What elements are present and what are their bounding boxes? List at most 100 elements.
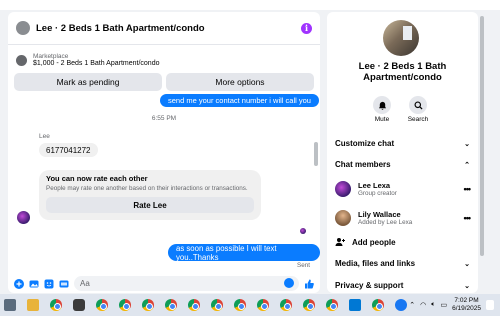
chrome-icon[interactable]: [50, 299, 62, 311]
member-role: Group creator: [358, 190, 397, 197]
search-action[interactable]: Search: [403, 96, 433, 123]
mark-as-pending-button[interactable]: Mark as pending: [14, 73, 162, 91]
outgoing-message[interactable]: as soon as possible I will text you..Tha…: [168, 244, 320, 262]
taskbar-app-icon[interactable]: [73, 299, 85, 311]
chevron-down-icon: ⌄: [464, 260, 470, 268]
seen-avatar: [300, 228, 306, 234]
chat-window: Lee · 2 Beds 1 Bath Apartment/condo i Ma…: [8, 12, 320, 293]
clock-time: 7:02 PM: [454, 297, 479, 304]
listing-category: Marketplace: [33, 53, 69, 60]
browser-top-strip: [0, 0, 500, 10]
message-input[interactable]: Aa: [74, 276, 299, 291]
member-name: Lily Wallace: [358, 210, 401, 219]
chrome-icon[interactable]: [234, 299, 246, 311]
taskbar-app-icon[interactable]: [4, 299, 16, 311]
chrome-icon[interactable]: [188, 299, 200, 311]
system-tray: ⌃ ◠ 🔈︎ ▭ 7:02 PM 6/19/2025: [409, 294, 494, 316]
chrome-icon[interactable]: [142, 299, 154, 311]
conversation-details-panel: Lee · 2 Beds 1 Bath Apartment/condo Mute…: [327, 12, 478, 293]
chat-members-label: Chat members: [335, 160, 391, 169]
chat-title[interactable]: Lee · 2 Beds 1 Bath Apartment/condo: [36, 23, 301, 34]
rating-card-subtitle: People may rate one another based on the…: [46, 185, 248, 192]
member-row[interactable]: Lee Lexa Group creator •••: [335, 178, 472, 200]
rating-card-title: You can now rate each other: [46, 174, 148, 183]
chrome-icon[interactable]: [165, 299, 177, 311]
member-name: Lee Lexa: [358, 181, 391, 190]
chat-header: Lee · 2 Beds 1 Bath Apartment/condo i: [8, 12, 320, 45]
conversation-photo[interactable]: [383, 20, 419, 56]
message-timestamp: 6:55 PM: [151, 115, 177, 122]
customize-chat-section[interactable]: Customize chat ⌄: [335, 139, 470, 148]
mute-label: Mute: [374, 116, 390, 123]
emoji-icon[interactable]: [284, 278, 294, 288]
gif-icon[interactable]: [59, 279, 69, 289]
taskbar: ⌃ ◠ 🔈︎ ▭ 7:02 PM 6/19/2025: [0, 294, 500, 316]
add-person-icon: [335, 238, 345, 246]
side-title: Lee · 2 Beds 1 Bath Apartment/condo: [358, 61, 447, 83]
rating-card: You can now rate each other People may r…: [39, 170, 261, 220]
battery-icon[interactable]: ▭: [440, 301, 447, 309]
media-files-label: Media, files and links: [335, 259, 416, 268]
member-avatar: [335, 181, 351, 197]
privacy-support-label: Privacy & support: [335, 281, 404, 290]
chevron-up-icon[interactable]: ⌃: [409, 301, 415, 309]
chrome-icon[interactable]: [326, 299, 338, 311]
chevron-up-icon: ⌃: [464, 161, 470, 169]
privacy-support-section[interactable]: Privacy & support ⌄: [335, 281, 470, 290]
listing-preview[interactable]: Marketplace $1,000 - 2 Beds 1 Bath Apart…: [8, 45, 320, 71]
mute-action[interactable]: Mute: [367, 96, 397, 123]
notification-icon[interactable]: [486, 300, 494, 310]
customize-chat-label: Customize chat: [335, 139, 395, 148]
image-icon[interactable]: [29, 279, 39, 289]
incoming-message[interactable]: 6177041272: [39, 143, 98, 157]
chrome-icon[interactable]: [119, 299, 131, 311]
member-role: Added by Lee Lexa: [358, 219, 413, 226]
plus-icon[interactable]: [14, 278, 24, 289]
chrome-icon[interactable]: [96, 299, 108, 311]
chrome-icon[interactable]: [372, 299, 384, 311]
more-options-button[interactable]: More options: [166, 73, 314, 91]
add-people-button[interactable]: Add people: [335, 237, 470, 247]
outgoing-message[interactable]: send me your contact number i will call …: [160, 94, 319, 107]
member-row[interactable]: Lily Wallace Added by Lee Lexa •••: [335, 207, 472, 229]
messenger-icon[interactable]: [395, 299, 407, 311]
more-options-icon[interactable]: •••: [464, 184, 472, 194]
media-files-section[interactable]: Media, files and links ⌄: [335, 259, 470, 268]
info-icon[interactable]: i: [301, 22, 312, 34]
sticker-icon[interactable]: [44, 279, 54, 289]
chrome-icon[interactable]: [211, 299, 223, 311]
folder-icon[interactable]: [27, 299, 39, 311]
listing-thumbnail: [16, 54, 27, 66]
chevron-down-icon: ⌄: [464, 140, 470, 148]
message-composer: Aa: [8, 274, 320, 293]
sent-status: Sent: [297, 262, 310, 269]
sender-avatar[interactable]: [17, 211, 30, 224]
chrome-icon[interactable]: [280, 299, 292, 311]
search-label: Search: [407, 116, 429, 123]
search-icon: [409, 96, 427, 114]
rate-lee-button[interactable]: Rate Lee: [46, 197, 254, 213]
add-people-label: Add people: [352, 237, 396, 247]
more-options-icon[interactable]: •••: [464, 213, 472, 223]
chrome-icon[interactable]: [257, 299, 269, 311]
chrome-icon[interactable]: [303, 299, 315, 311]
edge-icon[interactable]: [349, 299, 361, 311]
wifi-icon[interactable]: ◠: [420, 301, 426, 309]
chat-members-section[interactable]: Chat members ⌃: [335, 160, 470, 169]
clock[interactable]: 7:02 PM 6/19/2025: [452, 297, 481, 313]
sender-name: Lee: [39, 133, 50, 140]
chat-scrollbar[interactable]: [314, 142, 318, 166]
member-avatar: [335, 210, 351, 226]
chevron-down-icon: ⌄: [464, 282, 470, 290]
listing-actions: Mark as pending More options: [8, 71, 320, 93]
clock-date: 6/19/2025: [452, 305, 481, 312]
bell-icon: [373, 96, 391, 114]
message-input-placeholder: Aa: [80, 279, 90, 288]
page-scrollbar-thumb[interactable]: [480, 16, 484, 256]
volume-icon[interactable]: 🔈︎: [431, 301, 435, 309]
page-scrollbar[interactable]: [480, 14, 484, 284]
message-list: send me your contact number i will call …: [8, 94, 320, 270]
like-icon[interactable]: [304, 279, 314, 289]
listing-description: $1,000 - 2 Beds 1 Bath Apartment/condo: [33, 60, 160, 67]
conversation-avatar[interactable]: [16, 21, 30, 35]
